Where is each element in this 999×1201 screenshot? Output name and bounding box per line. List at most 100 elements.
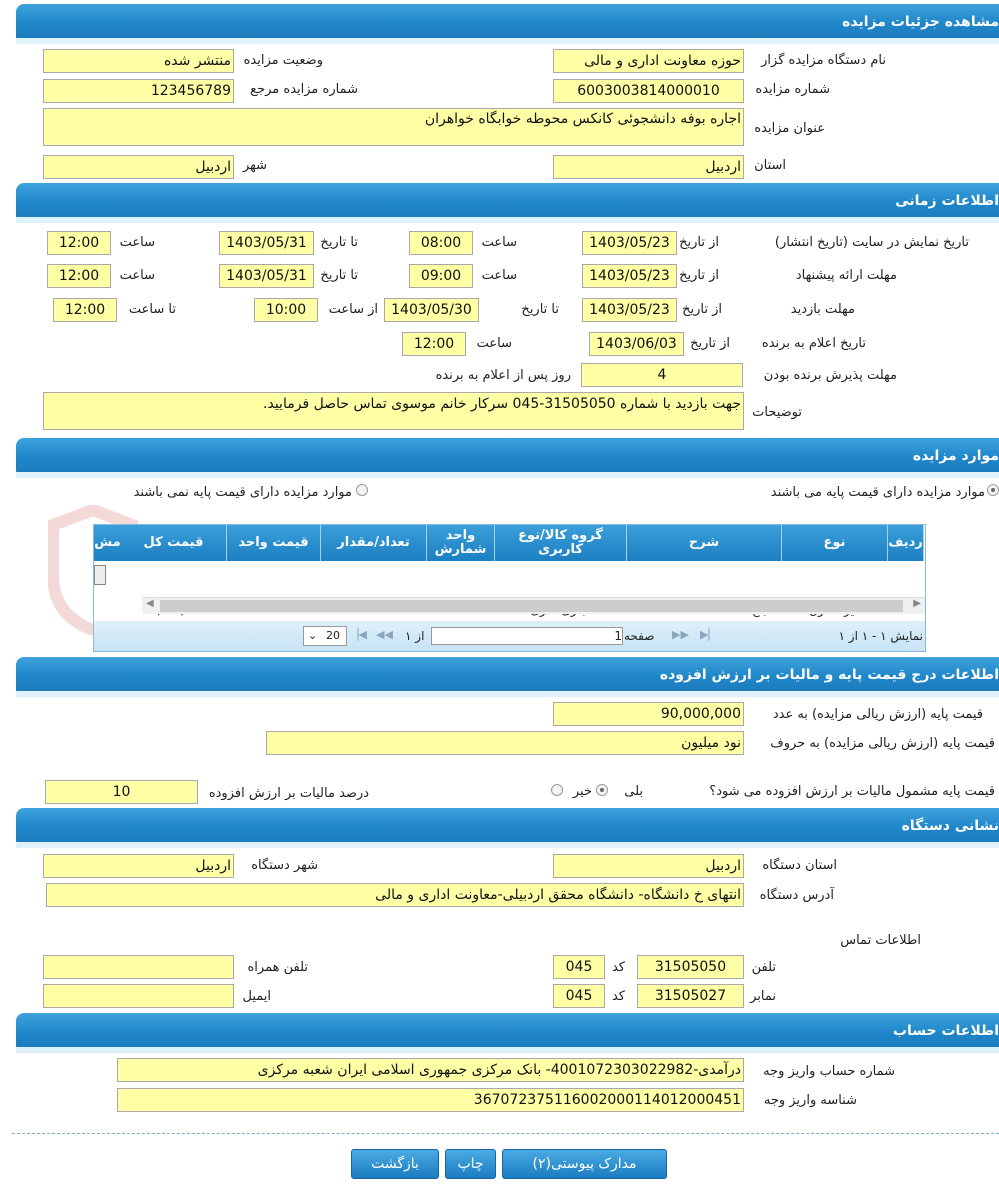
page-input[interactable]: 1 — [431, 627, 623, 645]
first-page-icon[interactable]: ▶▏ — [700, 628, 717, 641]
org-address-label: آدرس دستگاه — [759, 888, 834, 903]
row-detail-button[interactable] — [94, 565, 106, 585]
payment-id-field: 367072375116002000114012000451 — [117, 1088, 744, 1112]
org-field: حوزه معاونت اداری و مالی — [553, 49, 744, 73]
scroll-right-icon[interactable]: ▶ — [913, 598, 921, 609]
offer-deadline-label: مهلت ارائه پیشنهاد — [795, 268, 897, 283]
winner-date: 1403/06/03 — [589, 332, 684, 356]
vat-yes-label: بلی — [624, 784, 643, 799]
display-from-date: 1403/05/23 — [582, 231, 677, 255]
section-items-header: موارد مزایده — [16, 438, 999, 478]
auction-title-label: عنوان مزایده — [754, 121, 825, 136]
chevron-down-icon: ⌄ — [308, 629, 318, 642]
phone-field: 31505050 — [637, 955, 744, 979]
scroll-left-icon[interactable]: ◀ — [146, 598, 154, 609]
prev-page-icon[interactable]: ▶▶ — [672, 628, 689, 641]
radio-without-base-price[interactable] — [356, 484, 368, 496]
page-size-value: 20 — [326, 629, 340, 642]
scrollbar-thumb[interactable] — [160, 600, 903, 612]
visit-from-time: 10:00 — [254, 298, 318, 322]
radio-with-base-price-label: موارد مزایده دارای قیمت پایه می باشند — [770, 485, 985, 500]
phone-label: تلفن — [751, 960, 776, 975]
display-from-time-label: ساعت — [481, 235, 517, 250]
province-field: اردبیل — [553, 155, 744, 179]
section-account-header: اطلاعات حساب — [16, 1013, 999, 1053]
back-button[interactable]: بازگشت — [351, 1149, 439, 1179]
items-grid: ردیف نوع شرح گروه کالا/نوع کاربری واحد ش… — [93, 524, 926, 652]
vat-yes-radio[interactable] — [596, 784, 608, 796]
visit-from-label: از تاریخ — [682, 302, 722, 317]
display-date-label: تاریخ نمایش در سایت (تاریخ انتشار) — [774, 235, 969, 250]
contact-info-label: اطلاعات تماس — [840, 933, 921, 948]
mobile-label: تلفن همراه — [247, 960, 309, 975]
next-page-icon[interactable]: ◀◀ — [376, 628, 393, 641]
attachments-button[interactable]: مدارک پیوستی(۲) — [502, 1149, 667, 1179]
col-header-unit-price: قیمت واحد — [227, 525, 321, 561]
col-header-total: قیمت کل — [121, 525, 227, 561]
phone-code-field: 045 — [553, 955, 605, 979]
display-from-time: 08:00 — [409, 231, 473, 255]
col-header-group: گروه کالا/نوع کاربری — [495, 525, 627, 561]
divider — [12, 1133, 999, 1134]
org-label: نام دستگاه مزایده گزار — [761, 53, 886, 68]
visit-to-date: 1403/05/30 — [384, 298, 479, 322]
winner-time: 12:00 — [402, 332, 466, 356]
city-field: اردبیل — [43, 155, 234, 179]
base-price-num-field: 90,000,000 — [553, 702, 744, 726]
ref-number-label: شماره مزایده مرجع — [250, 82, 358, 97]
visit-to-time: 12:00 — [53, 298, 117, 322]
visit-from-date: 1403/05/23 — [582, 298, 677, 322]
org-province-label: استان دستگاه — [762, 858, 837, 873]
page-of-label: از ۱ — [405, 629, 425, 643]
status-label: وضعیت مزایده — [243, 53, 323, 68]
base-price-words-field: نود میلیون — [266, 731, 744, 755]
col-header-type: نوع — [782, 525, 888, 561]
offer-from-time-label: ساعت — [481, 268, 517, 283]
section-pricing-header: اطلاعات درج قیمت پایه و مالیات بر ارزش ا… — [16, 657, 999, 697]
col-header-row-number: ردیف — [888, 525, 924, 561]
offer-to-label: تا تاریخ — [320, 268, 358, 283]
phone-code-label: کد — [611, 960, 625, 975]
notes-label: توضیحات — [752, 405, 802, 420]
col-header-more: مش — [94, 525, 121, 561]
col-header-unit: واحد شمارش — [427, 525, 495, 561]
auction-number-field: 6003003814000010 — [553, 79, 744, 103]
city-label: شهر — [242, 158, 267, 173]
print-button[interactable]: چاپ — [445, 1149, 496, 1179]
offer-to-time-label: ساعت — [119, 268, 155, 283]
horizontal-scrollbar[interactable]: ▶ ◀ — [142, 597, 925, 614]
accept-days-suffix: روز پس از اعلام به برنده — [435, 368, 571, 383]
email-label: ایمیل — [242, 989, 271, 1004]
winner-time-label: ساعت — [476, 336, 512, 351]
radio-with-base-price[interactable] — [987, 484, 999, 496]
last-page-icon[interactable]: ▕◀ — [350, 628, 367, 641]
offer-to-date: 1403/05/31 — [219, 264, 314, 288]
page-size-select[interactable]: ⌄ 20 — [303, 626, 347, 646]
base-price-num-label: قیمت پایه (ارزش ریالی مزایده) به عدد — [772, 707, 983, 722]
visit-from-time-label: از ساعت — [328, 302, 378, 317]
table-row: ۱ غیر منقول مبلغ ضمانتنامه 81000000 تجار… — [94, 561, 925, 617]
vat-percent-label: درصد مالیات بر ارزش افزوده — [208, 786, 369, 801]
vat-percent-field: 10 — [45, 780, 198, 804]
display-to-time: 12:00 — [47, 231, 111, 255]
section-timing-header: اطلاعات زمانی — [16, 183, 999, 223]
display-to-date: 1403/05/31 — [219, 231, 314, 255]
section-details-header: مشاهده جزئیات مزایده — [16, 4, 999, 44]
winner-from-label: از تاریخ — [690, 336, 730, 351]
org-city-label: شهر دستگاه — [251, 858, 318, 873]
auction-title-field: اجاره بوفه دانشجوئی کانکس محوطه خوابگاه … — [43, 108, 744, 146]
page-label: صفحه — [624, 629, 655, 643]
mobile-field — [43, 955, 234, 979]
offer-from-date: 1403/05/23 — [582, 264, 677, 288]
org-city-field: اردبیل — [43, 854, 234, 878]
ref-number-field: 123456789 — [43, 79, 234, 103]
offer-from-label: از تاریخ — [679, 268, 719, 283]
visit-deadline-label: مهلت بازدید — [790, 302, 855, 317]
vat-question-label: قیمت پایه مشمول مالیات بر ارزش افزوده می… — [709, 784, 995, 799]
fax-code-label: کد — [611, 989, 625, 1004]
vat-no-radio[interactable] — [551, 784, 563, 796]
display-to-label: تا تاریخ — [320, 235, 358, 250]
visit-to-label: تا تاریخ — [521, 302, 559, 317]
pager-summary: نمایش ۱ - ۱ از ۱ — [838, 629, 923, 643]
auction-number-label: شماره مزایده — [755, 82, 830, 97]
